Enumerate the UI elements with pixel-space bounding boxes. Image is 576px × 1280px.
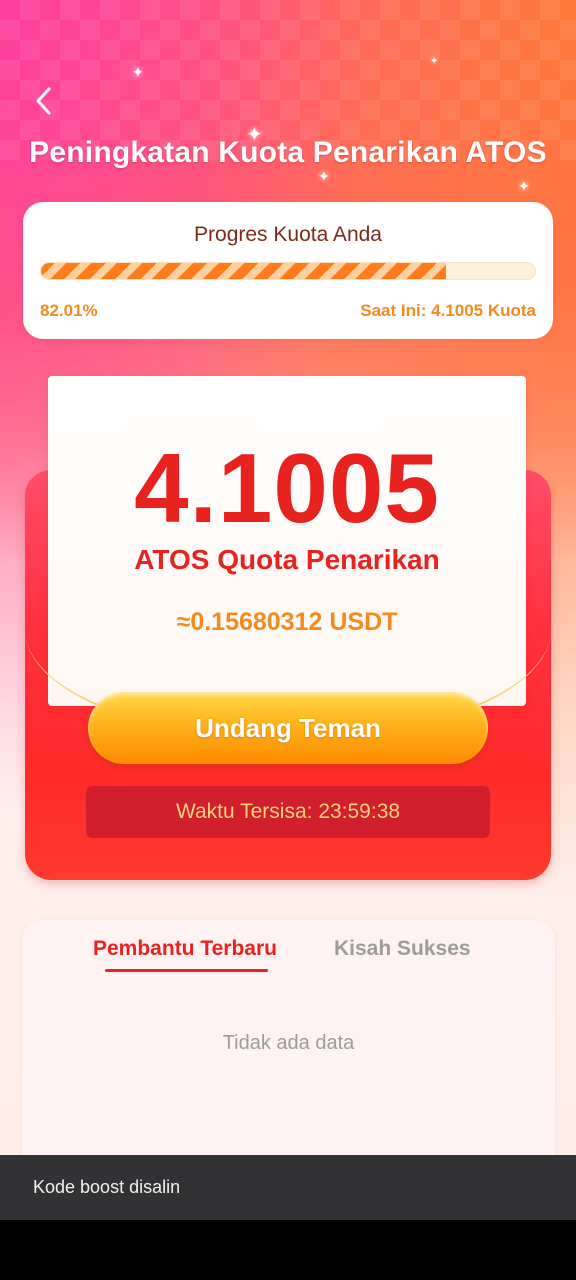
progress-percent: 82.01%: [40, 301, 98, 320]
active-tab-indicator: [105, 969, 268, 972]
sparkle-icon: ✦: [132, 64, 144, 80]
chevron-left-icon: [36, 87, 51, 115]
progress-card: Progres Kuota Anda 82.01% Saat Ini: 4.10…: [23, 202, 553, 339]
sparkle-icon: ✦: [430, 56, 439, 67]
progress-title: Progres Kuota Anda: [194, 223, 382, 246]
page-title: Peningkatan Kuota Penarikan ATOS: [29, 136, 547, 169]
progress-bar: [40, 262, 536, 280]
back-button[interactable]: [28, 84, 58, 118]
countdown-timer: Waktu Tersisa: 23:59:38: [86, 786, 490, 838]
quota-label: ATOS Quota Penarikan: [134, 544, 440, 575]
toast-message: Kode boost disalin: [0, 1155, 576, 1220]
empty-state-text: Tidak ada data: [222, 1032, 355, 1054]
quota-amount: 4.1005: [134, 433, 440, 543]
invite-friends-button[interactable]: Undang Teman: [88, 692, 488, 764]
tab-latest-helpers[interactable]: Pembantu Terbaru: [93, 937, 277, 961]
sparkle-icon: ✦: [518, 178, 530, 194]
sparkle-icon: ✦: [318, 168, 330, 184]
system-nav-bar: [0, 1220, 576, 1280]
progress-bar-fill: [41, 263, 447, 279]
tab-success-stories[interactable]: Kisah Sukses: [334, 937, 471, 961]
progress-current-quota: Saat Ini: 4.1005 Kuota: [360, 301, 536, 320]
